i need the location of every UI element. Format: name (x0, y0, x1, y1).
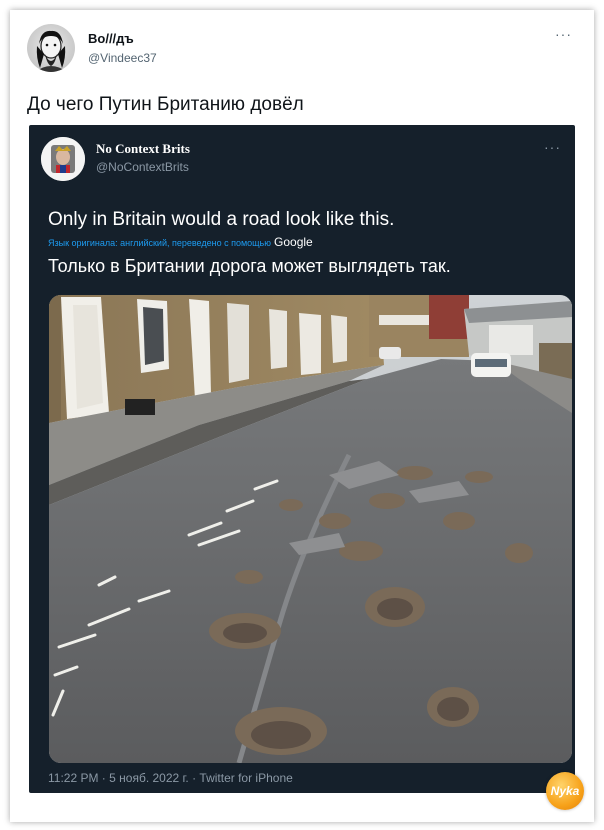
quoted-author-name[interactable]: No Context Brits (96, 141, 190, 157)
google-label: Google (274, 235, 313, 249)
tweet-text: До чего Путин Британию довёл (27, 94, 304, 115)
quoted-author-handle[interactable]: @NoContextBrits (96, 160, 189, 174)
tweet-card: Во///дъ @Vindeec37 ··· До чего Путин Бри… (10, 10, 594, 822)
translated-text: Только в Британии дорога может выглядеть… (48, 256, 451, 276)
potholed-street-image (49, 295, 572, 763)
more-options-icon[interactable]: ··· (555, 26, 572, 42)
quoted-more-options-icon[interactable]: ··· (544, 139, 561, 155)
portrait-icon (35, 30, 67, 72)
author-name[interactable]: Во///дъ (88, 31, 134, 46)
quoted-tweet[interactable]: No Context Brits @NoContextBrits ··· Onl… (29, 125, 575, 793)
author-avatar[interactable] (27, 24, 75, 72)
quoted-tweet-text: Only in Britain would a road look like t… (48, 209, 395, 230)
watermark-logo: Nyka (546, 772, 584, 810)
tweet-timestamp[interactable]: 11:22 PM · 5 нояб. 2022 г. · Twitter for… (48, 771, 293, 785)
road-photo[interactable] (49, 295, 572, 763)
translation-note[interactable]: Язык оригинала: английский, переведено с… (48, 235, 313, 249)
author-handle[interactable]: @Vindeec37 (88, 51, 157, 65)
queen-portrait-icon (41, 137, 85, 181)
translation-note-text: Язык оригинала: английский, переведено с… (48, 238, 272, 248)
quoted-author-avatar[interactable] (41, 137, 85, 181)
